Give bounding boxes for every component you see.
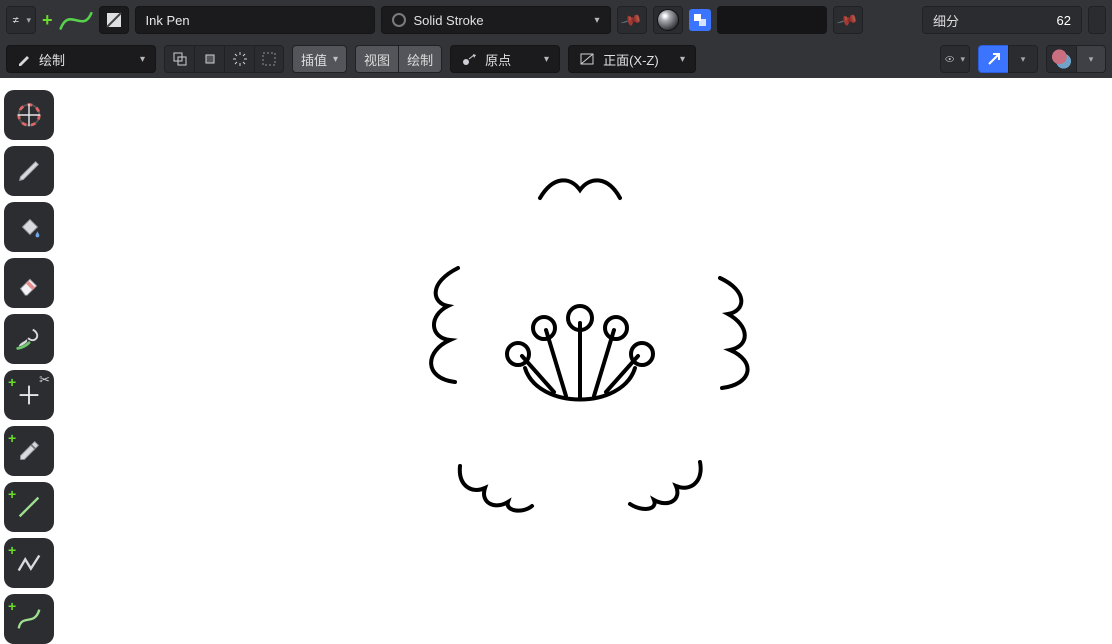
plus-badge-icon: + bbox=[8, 486, 16, 502]
drawing-content bbox=[60, 78, 1112, 609]
header-toolbar: 绘制 插值 视图 绘制 原点 正面(X bbox=[0, 40, 1112, 78]
tool-cursor-3d[interactable] bbox=[4, 90, 54, 140]
pin-icon: 📌 bbox=[836, 8, 860, 31]
subdivision-label: 细分 bbox=[933, 11, 959, 30]
page-icon bbox=[105, 11, 123, 29]
draw-button[interactable]: 绘制 bbox=[398, 45, 442, 73]
plus-badge-icon: + bbox=[8, 542, 16, 558]
brush-name-field[interactable]: Ink Pen bbox=[135, 6, 375, 34]
overlap-button[interactable] bbox=[1046, 45, 1076, 73]
guide-dropdown[interactable]: ▾ bbox=[1008, 45, 1038, 73]
mode-dropdown[interactable]: 绘制 bbox=[6, 45, 156, 73]
tool-eraser[interactable] bbox=[4, 258, 54, 308]
pin-color-button[interactable]: 📌 bbox=[833, 6, 863, 34]
color-slot[interactable] bbox=[717, 6, 827, 34]
overlap-segment: ▾ bbox=[1046, 45, 1106, 73]
box-back-icon bbox=[172, 51, 188, 67]
seg-btn-1[interactable] bbox=[164, 45, 194, 73]
overlap-dropdown[interactable]: ▾ bbox=[1076, 45, 1106, 73]
tool-pencil[interactable] bbox=[4, 146, 54, 196]
plus-badge-icon: + bbox=[8, 374, 16, 390]
tint-brush-icon bbox=[14, 324, 44, 354]
grease-pencil-icon-button[interactable]: ▾ bbox=[6, 6, 36, 34]
subdivision-field[interactable]: 细分 62 bbox=[922, 6, 1082, 34]
interp-dropdown[interactable]: 插值 bbox=[292, 45, 347, 73]
tool-draw-curve[interactable]: + bbox=[4, 594, 54, 644]
overlap-circles-icon bbox=[1051, 48, 1072, 70]
origin-label: 原点 bbox=[485, 50, 511, 69]
interp-label: 插值 bbox=[301, 50, 327, 69]
tool-cutter[interactable]: + ✂ bbox=[4, 370, 54, 420]
stroke-material-label: Solid Stroke bbox=[414, 13, 484, 28]
subdivision-value: 62 bbox=[1057, 13, 1071, 28]
view-button[interactable]: 视图 bbox=[355, 45, 398, 73]
draw-label: 绘制 bbox=[407, 50, 433, 69]
stroke-preview-icon bbox=[59, 6, 93, 34]
guide-button-active[interactable] bbox=[978, 45, 1008, 73]
cursor-3d-icon bbox=[14, 100, 44, 130]
circle-outline-icon bbox=[392, 13, 406, 27]
burst-icon bbox=[232, 51, 248, 67]
pin-material-button[interactable]: 📌 bbox=[617, 6, 647, 34]
blue-toggle-button[interactable] bbox=[689, 9, 711, 31]
header-topbar: ▾ + Ink Pen Solid Stroke 📌 📌 细分 62 bbox=[0, 0, 1112, 40]
view-draw-segment: 视图 绘制 bbox=[355, 45, 442, 73]
mode-label: 绘制 bbox=[39, 50, 65, 69]
pencil-icon bbox=[17, 52, 31, 66]
dashed-box-icon bbox=[261, 51, 277, 67]
tool-eyedropper[interactable]: + bbox=[4, 426, 54, 476]
guide-segment: ▾ bbox=[978, 45, 1038, 73]
box-front-icon bbox=[202, 51, 218, 67]
origin-dropdown[interactable]: 原点 bbox=[450, 45, 560, 73]
scissors-icon: ✂ bbox=[39, 372, 50, 388]
eye-icon bbox=[945, 50, 954, 68]
view-label: 视图 bbox=[364, 50, 390, 69]
sphere-icon bbox=[657, 9, 679, 31]
eyedropper-icon bbox=[14, 436, 44, 466]
plus-badge-icon: + bbox=[8, 430, 16, 446]
brush-name-text: Ink Pen bbox=[146, 13, 190, 28]
eraser-icon bbox=[14, 268, 44, 298]
tool-rail: + ✂ + + + + bbox=[0, 90, 58, 644]
seg-btn-4[interactable] bbox=[254, 45, 284, 73]
brush-thumbnail[interactable] bbox=[99, 6, 129, 34]
tool-fill-bucket[interactable] bbox=[4, 202, 54, 252]
not-equal-icon bbox=[11, 10, 20, 30]
visibility-segment: ▾ bbox=[940, 45, 970, 73]
pencil-icon bbox=[14, 156, 44, 186]
arrow-out-icon bbox=[985, 50, 1003, 68]
polyline-icon bbox=[14, 548, 44, 578]
plane-dropdown[interactable]: 正面(X-Z) bbox=[568, 45, 696, 73]
add-plus-icon: + bbox=[42, 10, 53, 31]
seg-btn-3[interactable] bbox=[224, 45, 254, 73]
seg-btn-2[interactable] bbox=[194, 45, 224, 73]
tool-draw-line[interactable]: + bbox=[4, 482, 54, 532]
stroke-material-dropdown[interactable]: Solid Stroke bbox=[381, 6, 611, 34]
trailing-expand-button[interactable] bbox=[1088, 6, 1106, 34]
plane-icon bbox=[579, 51, 595, 67]
layer-option-segment bbox=[164, 45, 284, 73]
shading-sphere-button[interactable] bbox=[653, 6, 683, 34]
viewport-canvas[interactable] bbox=[60, 78, 1112, 609]
tool-draw-polyline[interactable]: + bbox=[4, 538, 54, 588]
pin-icon: 📌 bbox=[620, 8, 644, 31]
fill-bucket-icon bbox=[14, 212, 44, 242]
line-icon bbox=[14, 492, 44, 522]
plane-label: 正面(X-Z) bbox=[603, 50, 659, 69]
plus-badge-icon: + bbox=[8, 598, 16, 614]
origin-icon bbox=[461, 51, 477, 67]
tool-tint-brush[interactable] bbox=[4, 314, 54, 364]
overlay-icon bbox=[693, 13, 707, 27]
visibility-button[interactable]: ▾ bbox=[940, 45, 970, 73]
